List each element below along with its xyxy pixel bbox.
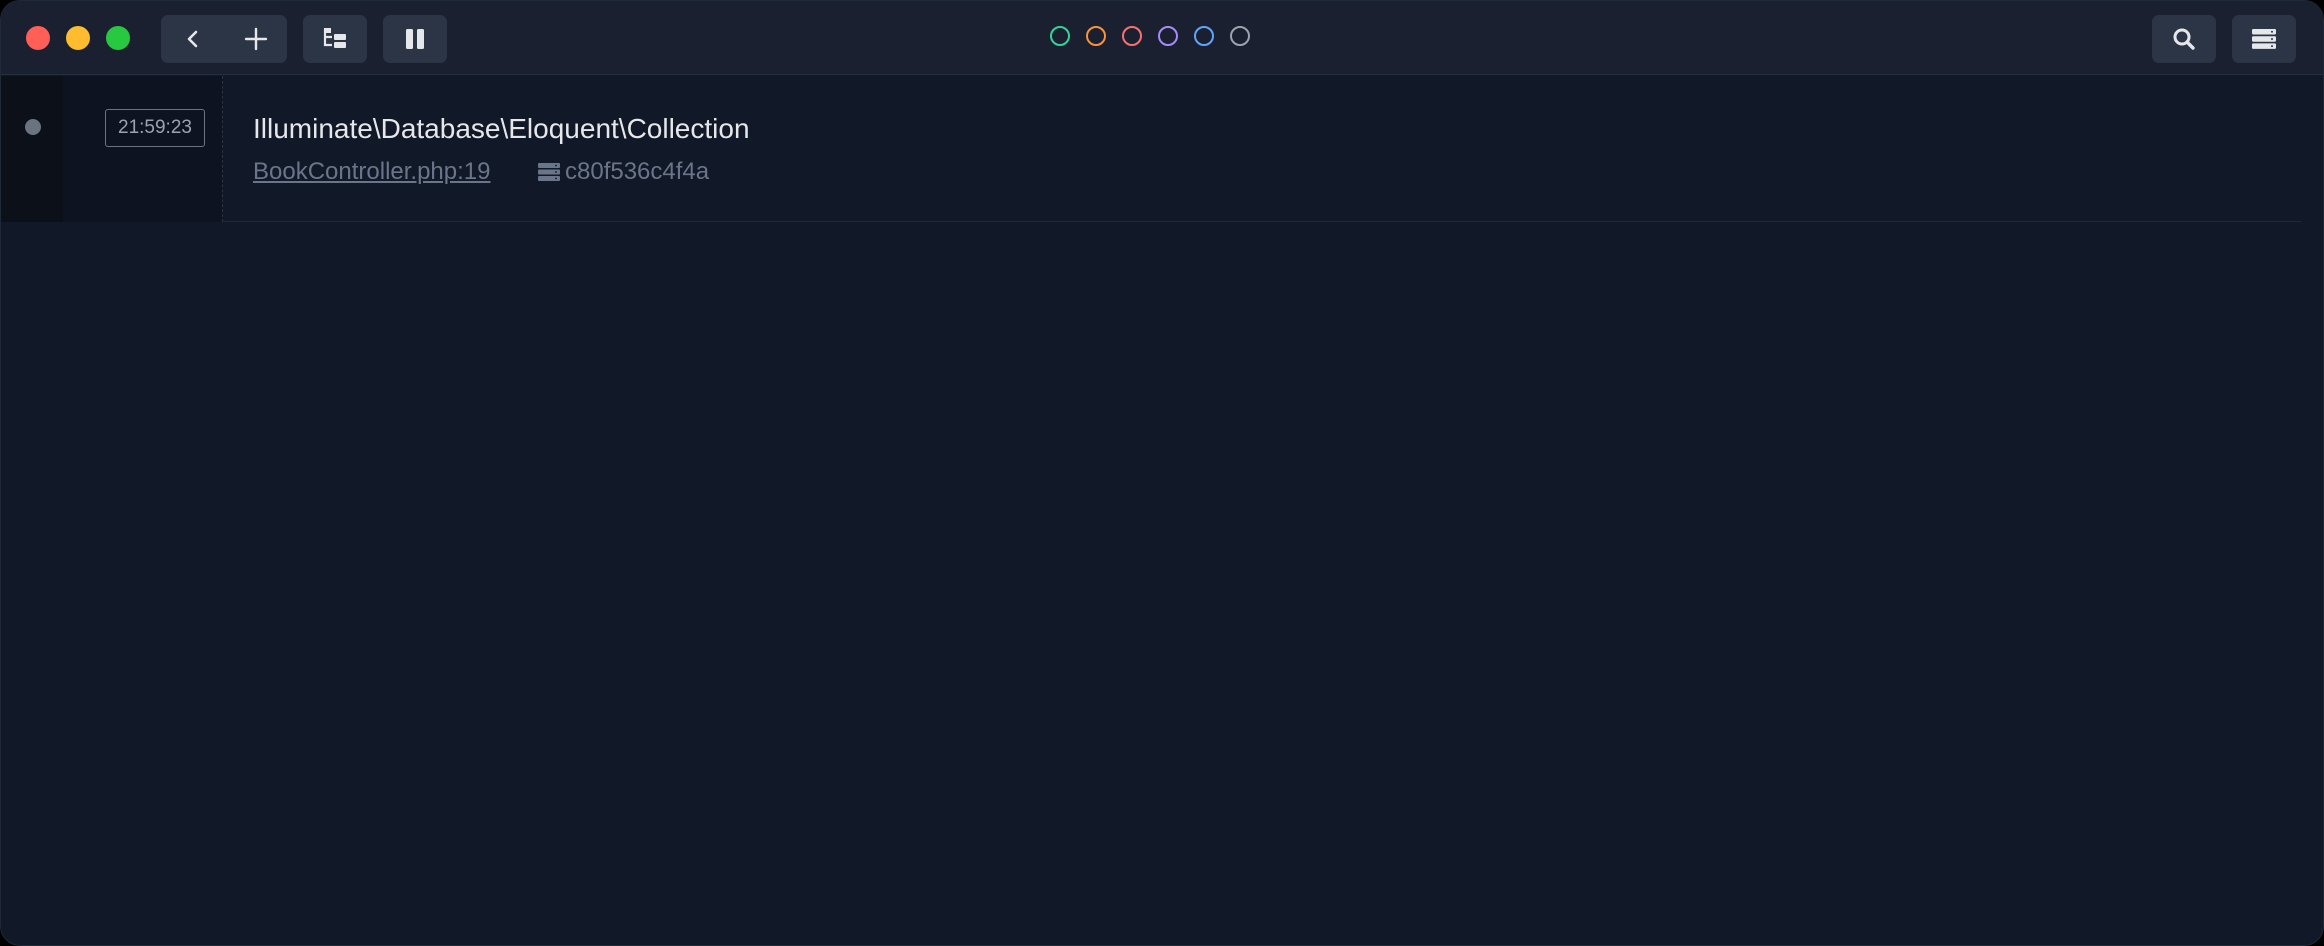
color-filter-gray[interactable] bbox=[1230, 26, 1250, 46]
window-close-button[interactable] bbox=[26, 26, 50, 50]
search-icon bbox=[2173, 28, 2195, 50]
tree-structure-icon bbox=[323, 28, 346, 48]
plus-icon bbox=[244, 27, 267, 51]
entry-status-dot bbox=[25, 119, 41, 135]
entry-hash-group: c80f536c4f4a bbox=[537, 156, 709, 188]
log-entry[interactable]: 21:59:23 bbox=[1, 76, 2301, 222]
server-menu-button[interactable] bbox=[2232, 15, 2296, 63]
server-stack-icon bbox=[2252, 29, 2276, 49]
back-button[interactable] bbox=[161, 15, 224, 63]
app-window: 21:59:23 Illuminate\Database\Eloquent\Co… bbox=[0, 0, 2324, 946]
window-maximize-button[interactable] bbox=[106, 26, 130, 50]
window-minimize-button[interactable] bbox=[66, 26, 90, 50]
pause-icon bbox=[406, 29, 424, 49]
pause-button-group bbox=[383, 15, 447, 63]
search-button[interactable] bbox=[2152, 15, 2216, 63]
entry-source-link[interactable]: BookController.php:19 bbox=[253, 156, 491, 188]
pause-button[interactable] bbox=[383, 15, 447, 63]
color-filter-red[interactable] bbox=[1122, 26, 1142, 46]
title-bar bbox=[1, 1, 2323, 75]
chevron-left-icon bbox=[187, 30, 197, 48]
tree-view-button-group bbox=[303, 15, 367, 63]
add-button[interactable] bbox=[224, 15, 287, 63]
entry-title: Illuminate\Database\Eloquent\Collection bbox=[253, 113, 750, 144]
entry-gutter bbox=[1, 76, 63, 222]
color-filter-green[interactable] bbox=[1050, 26, 1070, 46]
entry-hash: c80f536c4f4a bbox=[565, 158, 710, 185]
color-filter-blue[interactable] bbox=[1194, 26, 1214, 46]
navigation-button-group bbox=[161, 15, 287, 63]
server-icon bbox=[538, 163, 560, 181]
color-filter-bar bbox=[1050, 26, 1250, 46]
entry-timestamp: 21:59:23 bbox=[105, 109, 205, 147]
entry-meta: 21:59:23 bbox=[63, 76, 223, 222]
server-menu-button-group bbox=[2232, 15, 2296, 63]
search-button-group bbox=[2152, 15, 2216, 63]
color-filter-purple[interactable] bbox=[1158, 26, 1178, 46]
color-filter-orange[interactable] bbox=[1086, 26, 1106, 46]
tree-view-button[interactable] bbox=[303, 15, 367, 63]
